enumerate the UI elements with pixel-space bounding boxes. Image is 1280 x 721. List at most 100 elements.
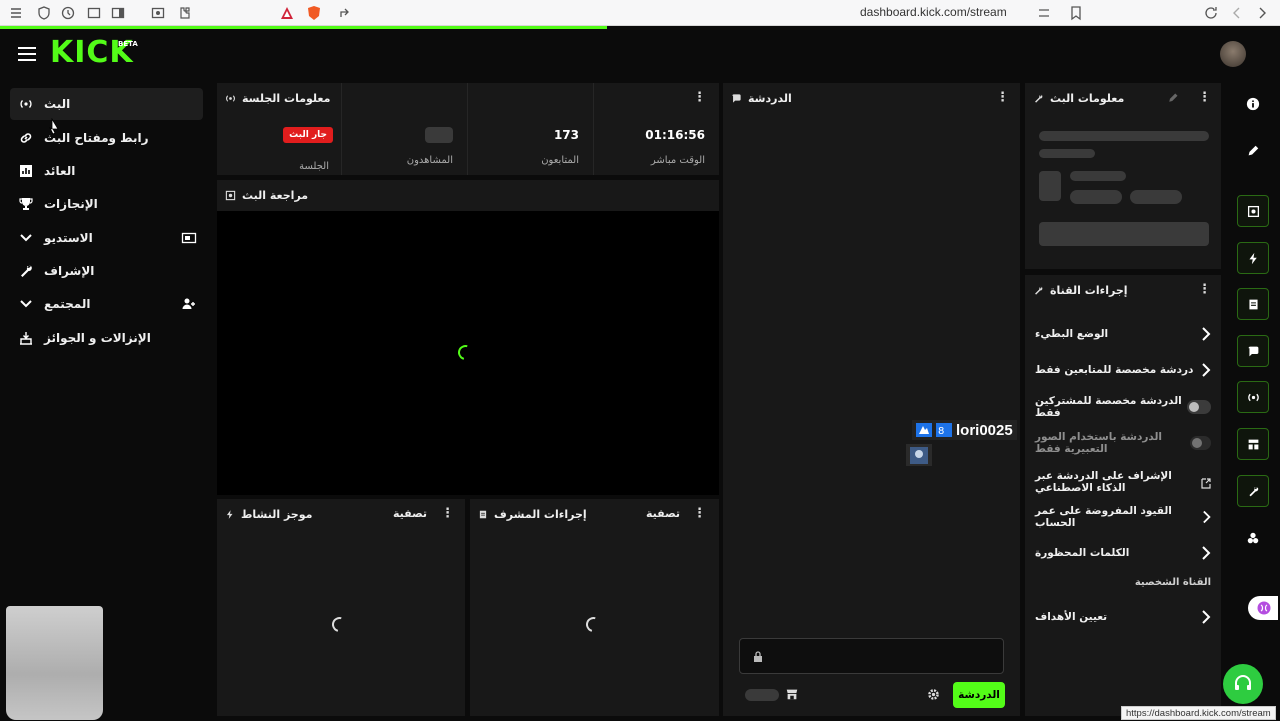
action-banned-words[interactable]: الكلمات المحظورة [1025, 538, 1221, 568]
more-options-icon[interactable]: ⋮ [693, 507, 706, 521]
chat-points-pill[interactable] [745, 689, 779, 701]
edit-icon[interactable] [1167, 92, 1179, 104]
sidebar-item-label: العائد [44, 164, 76, 178]
broadcast-button[interactable] [1237, 381, 1269, 413]
sidebar-item-label: الاستديو [44, 231, 93, 245]
preview-icon [225, 190, 236, 200]
shield-icon[interactable] [36, 5, 52, 21]
stat-caption: المتابعون [541, 155, 579, 166]
action-slow-mode[interactable]: الوضع البطيء [1025, 319, 1221, 349]
stat-value: 173 [553, 128, 579, 142]
stat-value: 01:16:56 [645, 128, 705, 142]
more-options-icon[interactable]: ⋮ [441, 507, 454, 521]
history-icon[interactable] [60, 5, 76, 21]
sidebar-item-community[interactable]: المجتمع [10, 288, 203, 320]
brave-shield-icon[interactable] [306, 5, 322, 21]
channel-actions-header: إجراءات القناة [1033, 275, 1128, 305]
sidebar-toggle-icon[interactable] [110, 5, 126, 21]
more-options-icon[interactable]: ⋮ [996, 91, 1009, 105]
bookmark-icon[interactable] [1068, 5, 1084, 21]
action-account-age[interactable]: القيود المفروضة على عمر الحساب [1025, 502, 1221, 532]
rewards-icon[interactable] [279, 5, 295, 21]
address-bar[interactable]: dashboard.kick.com/stream [860, 5, 1007, 19]
more-options-icon[interactable]: ⋮ [1198, 91, 1211, 105]
filter-button[interactable]: تصفية [646, 507, 680, 520]
cursor-icon [49, 118, 59, 135]
external-link-icon [1201, 478, 1211, 489]
chat-button[interactable] [1237, 335, 1269, 367]
store-icon[interactable] [785, 687, 799, 701]
extension-button[interactable] [1248, 596, 1278, 620]
send-chat-button[interactable]: الدردشة [953, 682, 1005, 708]
chat-bubble-icon [732, 93, 741, 103]
skeleton-button [1039, 222, 1209, 246]
info-icon [1246, 97, 1260, 111]
hamburger-icon[interactable] [18, 47, 36, 61]
action-set-goals[interactable]: تعيين الأهداف [1025, 602, 1221, 632]
subscriber-badge-icon: 8 [936, 423, 952, 437]
broadcast-icon [20, 100, 32, 108]
action-subscribers-only[interactable]: الدردشة مخصصة للمشتركين فقط [1025, 392, 1221, 422]
edit-button[interactable] [1237, 135, 1269, 167]
tab-options-icon[interactable] [1036, 5, 1052, 21]
live-badge: جار البث [283, 127, 333, 143]
viewer-count-placeholder [425, 127, 453, 143]
layout-icon [1248, 439, 1258, 449]
action-label: الإشراف على الدردشة عبر الذكاء الاصطناعي [1035, 470, 1172, 494]
lock-icon [754, 651, 762, 662]
channel-actions-panel: إجراءات القناة ⋮ الوضع البطيء دردشة مخصص… [1025, 275, 1221, 716]
mod-actions-header: إجراءات المشرف [478, 499, 587, 529]
sidebar-item-revenue[interactable]: العائد [10, 155, 203, 187]
info-button[interactable] [1237, 88, 1269, 120]
more-options-icon[interactable]: ⋮ [1198, 283, 1211, 297]
action-emotes-only[interactable]: الدردشة باستخدام الصور التعبيرية فقط [1025, 428, 1221, 458]
chat-input[interactable] [739, 638, 1004, 674]
add-widget-button[interactable] [1237, 522, 1269, 554]
menu-icon[interactable] [8, 5, 24, 21]
chart-icon [20, 165, 32, 177]
screenshot-icon[interactable] [150, 5, 166, 21]
support-chat-button[interactable] [1223, 664, 1263, 704]
skeleton-pill [1130, 190, 1182, 204]
headset-icon [1235, 675, 1251, 690]
subscribers-only-toggle[interactable] [1186, 400, 1211, 414]
layout-button[interactable] [1237, 428, 1269, 460]
forward-icon[interactable] [1254, 5, 1270, 21]
sidebar-item-studio[interactable]: الاستديو [10, 222, 203, 254]
mod-log-button[interactable] [1237, 288, 1269, 320]
preview-button[interactable] [1237, 195, 1269, 227]
tabs-icon[interactable] [86, 5, 102, 21]
stream-preview-video[interactable] [217, 211, 719, 495]
beta-badge: BETA [118, 40, 138, 48]
activity-button[interactable] [1237, 242, 1269, 274]
sidebar-item-moderation[interactable]: الإشراف [10, 255, 203, 287]
bolt-icon [1248, 252, 1257, 264]
action-ai-moderation[interactable]: الإشراف على الدردشة عبر الذكاء الاصطناعي [1025, 465, 1221, 499]
filter-button[interactable]: تصفية [393, 507, 427, 520]
skeleton-pill [1070, 190, 1122, 204]
back-icon[interactable] [1229, 5, 1245, 21]
sidebar-item-stream[interactable]: البث [10, 88, 203, 120]
moderation-tools-button[interactable] [1237, 475, 1269, 507]
sidebar-item-achievements[interactable]: الإنجازات [10, 188, 203, 220]
share-icon[interactable] [337, 5, 353, 21]
loading-spinner [455, 342, 476, 363]
stream-info-panel: معلومات البث ⋮ [1025, 83, 1221, 269]
avatar[interactable] [1220, 41, 1246, 67]
gear-icon[interactable] [927, 688, 940, 701]
stat-live-time: 01:16:56 الوقت مباشر [593, 83, 719, 175]
sidebar-item-stream-key[interactable]: رابط ومفتاح البث [10, 122, 203, 154]
mod-actions-panel: إجراءات المشرف تصفية ⋮ [470, 499, 719, 716]
emote-icon [910, 447, 928, 464]
trophy-icon [19, 198, 33, 210]
pencil-icon [1248, 145, 1259, 156]
action-followers-only[interactable]: دردشة مخصصة للمتابعين فقط [1025, 355, 1221, 385]
widgets-icon [1247, 532, 1259, 544]
reload-icon[interactable] [1203, 5, 1219, 21]
extensions-icon[interactable] [176, 5, 192, 21]
emotes-only-toggle[interactable] [1189, 436, 1211, 450]
skeleton-line [1039, 131, 1209, 141]
sidebar-item-drops[interactable]: الإنزالات و الجوائز [10, 322, 203, 354]
skeleton-thumb [1039, 171, 1061, 201]
link-icon [20, 133, 32, 143]
